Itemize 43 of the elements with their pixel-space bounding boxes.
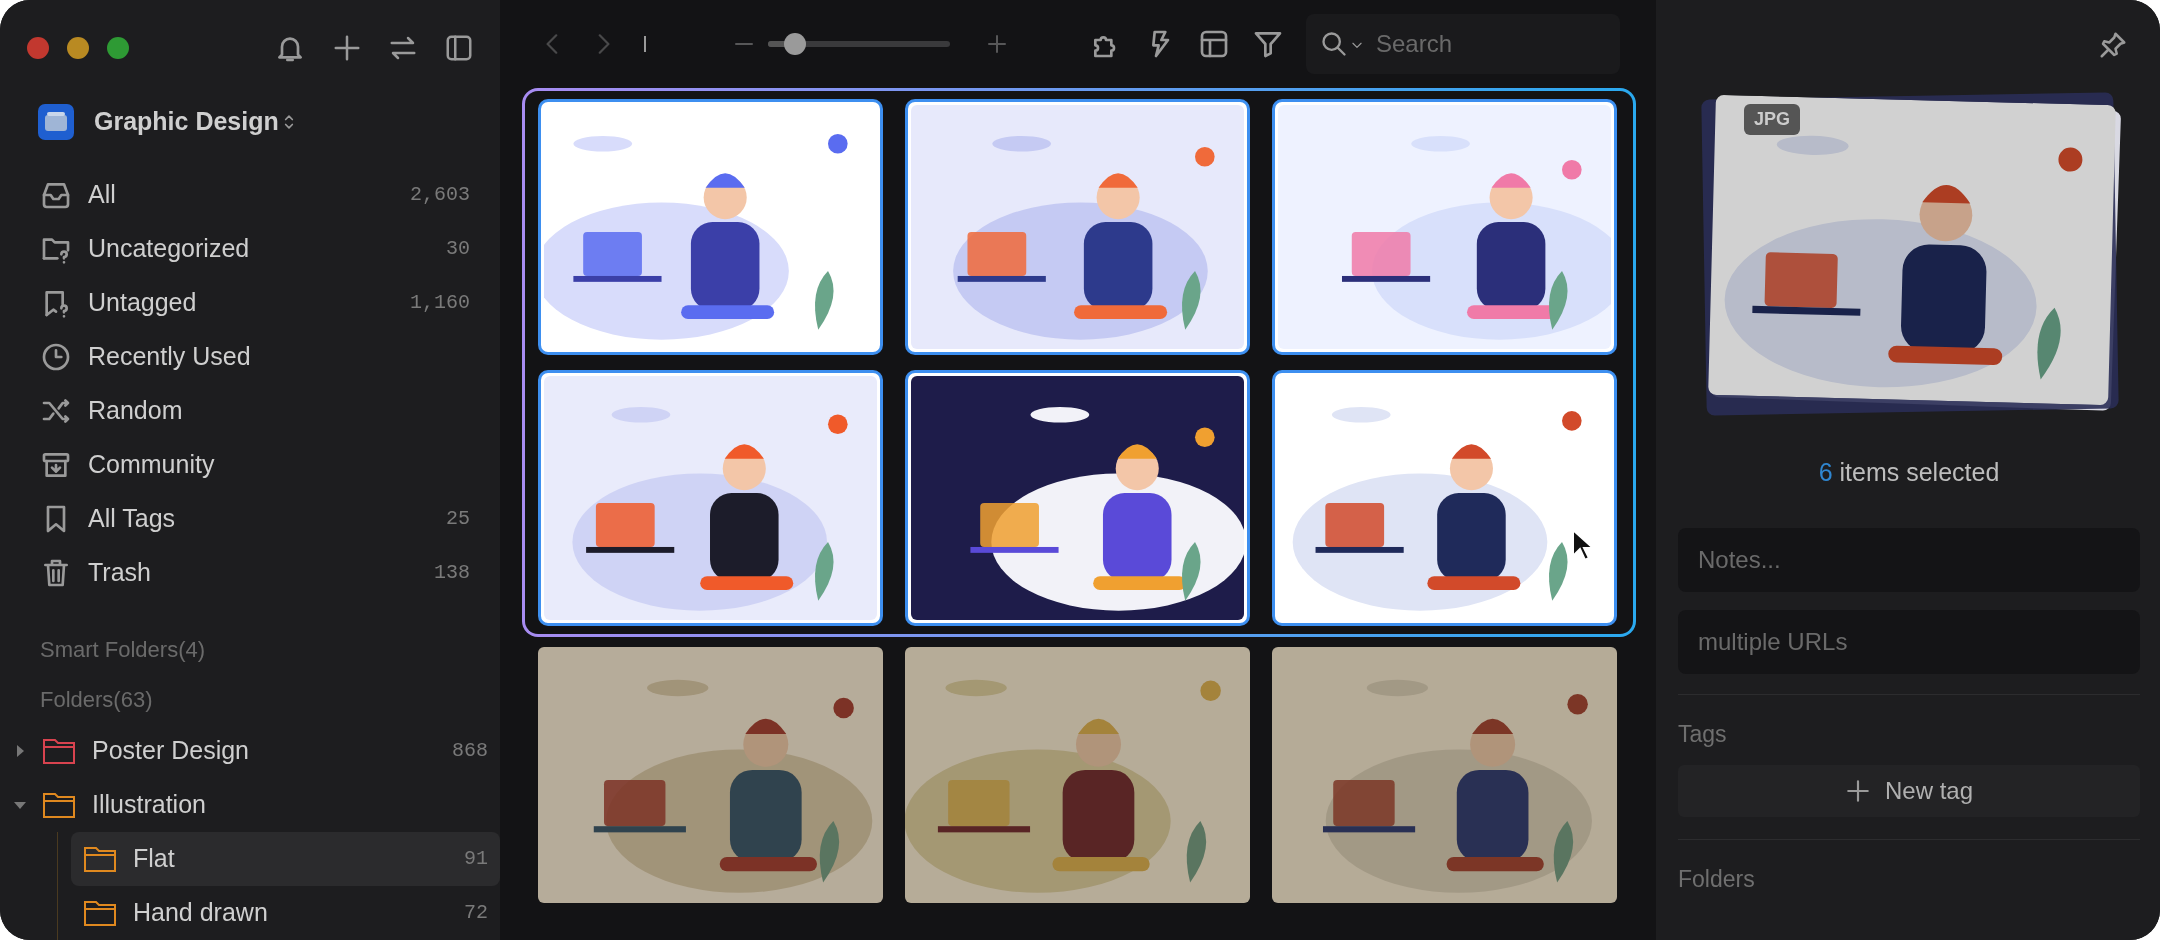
folder-item[interactable]: Poster Design 868 <box>0 724 500 778</box>
folder-item[interactable]: Flat 91 <box>71 832 500 886</box>
selection-label: items selected <box>1838 458 2000 486</box>
item-count: 1,160 <box>410 290 470 316</box>
item-count: 91 <box>464 846 488 872</box>
item-count: 138 <box>434 560 470 586</box>
plus-icon[interactable] <box>332 33 362 63</box>
folder-item[interactable]: Illustration <box>0 778 500 832</box>
item-count: 25 <box>446 506 470 532</box>
item-count: 72 <box>464 900 488 926</box>
recent-icon <box>40 341 72 373</box>
notes-field[interactable]: Notes... <box>1678 527 2140 592</box>
sidebar-item[interactable]: Trash 138 <box>0 546 500 600</box>
search-field[interactable]: Search <box>1306 14 1620 74</box>
section-title: Folders <box>1678 865 1756 894</box>
sidebar-item[interactable]: Recently Used <box>0 330 500 384</box>
search-icon <box>1320 30 1348 58</box>
zoom-in-icon[interactable] <box>985 32 1009 56</box>
selection-count: 6 <box>1818 458 1833 486</box>
new-tag-button[interactable]: New tag <box>1678 765 2140 817</box>
layout-icon[interactable] <box>1198 28 1230 60</box>
item-count: 30 <box>446 236 470 262</box>
sidebar-item[interactable]: Untagged 1,160 <box>0 276 500 330</box>
sidebar-item[interactable]: All 2,603 <box>0 168 500 222</box>
window-control-icon[interactable] <box>106 36 130 60</box>
section-title: Tags <box>1678 719 1728 749</box>
sidebar-item[interactable]: Random <box>0 384 500 438</box>
folder-item[interactable]: Hand drawn 72 <box>71 886 500 940</box>
pin-icon[interactable] <box>2098 30 2128 60</box>
sidebar-item[interactable]: All Tags 25 <box>0 492 500 546</box>
window-control-icon[interactable] <box>26 36 50 60</box>
item-count: 868 <box>452 738 488 764</box>
library-name[interactable]: Graphic Design <box>94 103 279 141</box>
window-control-icon[interactable] <box>66 36 90 60</box>
item-count: 2,603 <box>410 182 470 208</box>
sidebar-icon[interactable] <box>444 33 474 63</box>
plus-icon <box>1844 778 1871 804</box>
file-type-badge: JPG <box>1744 104 1801 135</box>
url-field[interactable]: multiple URLs <box>1678 609 2140 674</box>
library-icon <box>38 104 74 140</box>
sidebar-item[interactable]: Uncategorized 30 <box>0 222 500 276</box>
slider-thumb[interactable] <box>784 33 807 55</box>
sidebar-item[interactable]: Community <box>0 438 500 492</box>
